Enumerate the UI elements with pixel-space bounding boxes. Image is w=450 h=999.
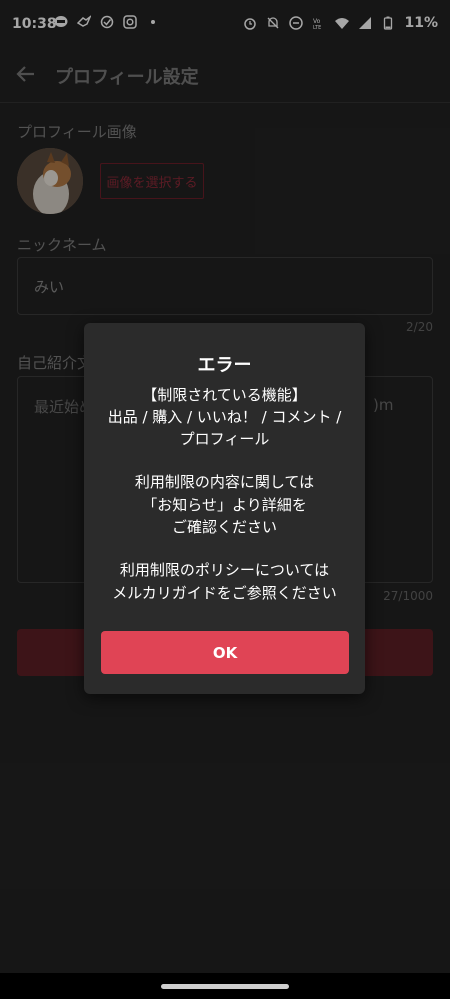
error-dialog: エラー 【制限されている機能】 出品 / 購入 / いいね！ / コメント / …	[84, 323, 365, 694]
info-line-1: 利用制限の内容に関しては	[134, 473, 315, 491]
policy-line-1: 利用制限のポリシーについては	[119, 561, 330, 579]
home-gesture-handle[interactable]	[161, 984, 289, 989]
ok-button[interactable]: OK	[101, 631, 349, 674]
app-screen: 10:38 Vo LTE 11% プロフィール設定 プロフィール画像 画像を選択…	[0, 0, 450, 999]
restricted-features: 出品 / 購入 / いいね！ / コメント /	[107, 408, 342, 426]
info-line-2: 「お知らせ」より詳細を	[142, 496, 307, 514]
restricted-heading: 【制限されている機能】	[142, 386, 307, 404]
navigation-bar	[0, 973, 450, 999]
info-line-3: ご確認ください	[171, 518, 277, 536]
policy-line-2: メルカリガイドをご参照ください	[112, 584, 337, 602]
restricted-features-cont: プロフィール	[179, 430, 270, 448]
dialog-title: エラー	[197, 355, 252, 376]
